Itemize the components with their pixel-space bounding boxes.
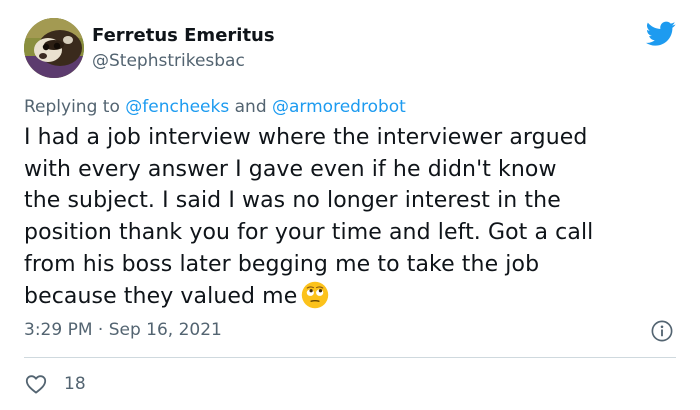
- author-display-name[interactable]: Ferretus Emeritus: [92, 25, 275, 46]
- ferret-avatar-image: [24, 18, 84, 78]
- tweet-text-line: from his boss later begging me to take t…: [24, 251, 540, 277]
- like-button[interactable]: 18: [24, 372, 86, 396]
- heart-icon[interactable]: [24, 372, 48, 396]
- like-count: 18: [64, 374, 86, 394]
- reply-conjunction: and: [234, 97, 267, 117]
- face-with-rolling-eyes-emoji: [302, 281, 329, 308]
- avatar[interactable]: [24, 18, 84, 78]
- tweet-text-line: because they valued me: [24, 283, 298, 309]
- reply-context: Replying to @fencheeks and @armoredrobot: [24, 97, 406, 117]
- divider: [24, 357, 676, 358]
- tweet-text-line-last: because they valued me: [24, 281, 684, 313]
- reply-mention-link[interactable]: @armoredrobot: [272, 97, 406, 117]
- tweet-text-line: position thank you for your time and lef…: [24, 220, 594, 246]
- reply-prefix: Replying to: [24, 97, 120, 117]
- info-icon[interactable]: [651, 320, 673, 342]
- tweet-text-line: I had a job interview where the intervie…: [24, 125, 588, 150]
- tweet-text: I had a job interview where the intervie…: [24, 122, 684, 312]
- tweet-text-line: the subject. I said I was no longer inte…: [24, 188, 561, 214]
- tweet-timestamp[interactable]: 3:29 PM · Sep 16, 2021: [24, 320, 222, 340]
- tweet-text-line: with every answer I gave even if he didn…: [24, 156, 557, 182]
- author-handle[interactable]: @Stephstrikesbac: [92, 51, 245, 71]
- twitter-bird-icon[interactable]: [646, 21, 676, 47]
- tweet-card: Ferretus Emeritus @Stephstrikesbac Reply…: [0, 0, 700, 410]
- reply-mention-link[interactable]: @fencheeks: [125, 97, 229, 117]
